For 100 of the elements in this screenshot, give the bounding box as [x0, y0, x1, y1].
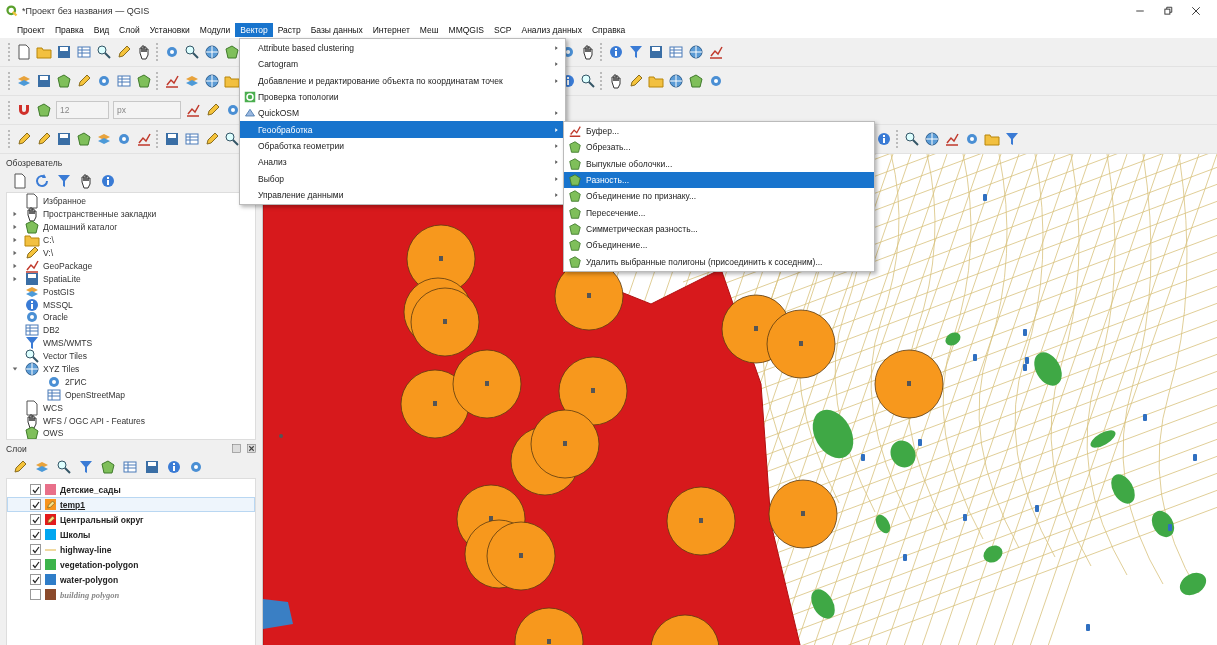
table-icon[interactable] [668, 44, 684, 60]
pencil-icon[interactable] [204, 131, 220, 147]
expand-arrow-icon[interactable] [12, 224, 18, 231]
pencil-icon[interactable] [205, 102, 221, 118]
info-icon[interactable] [608, 44, 624, 60]
filter-icon[interactable] [56, 173, 72, 189]
layer-checkbox[interactable] [30, 559, 41, 570]
layer-checkbox[interactable] [30, 529, 41, 540]
menu-item[interactable]: Attribute based clustering [240, 40, 565, 57]
menu-item[interactable]: Пересечение... [564, 204, 874, 221]
browser-item[interactable]: Пространственные закладки [43, 209, 157, 220]
chart-icon[interactable] [136, 131, 152, 147]
close-icon[interactable] [1191, 6, 1201, 16]
magnifier-icon[interactable] [56, 459, 72, 475]
menu-item[interactable]: Выбор [240, 170, 565, 187]
menu-item[interactable]: MMQGIS [443, 23, 489, 37]
menu-item[interactable]: Обрезать... [564, 139, 874, 156]
layers-icon[interactable] [16, 73, 32, 89]
layer-name[interactable]: water-polygon [60, 574, 119, 585]
menu-item[interactable]: Установки [144, 23, 195, 37]
layer-checkbox[interactable] [30, 574, 41, 585]
browser-item[interactable]: OWS [43, 428, 64, 439]
pencil-icon[interactable] [76, 73, 92, 89]
menu-item[interactable]: Меш [414, 23, 444, 37]
layer-name[interactable]: vegetation-polygon [60, 559, 139, 570]
pencil-icon[interactable] [628, 73, 644, 89]
magnifier-icon[interactable] [184, 44, 200, 60]
magnet-icon[interactable] [16, 102, 32, 118]
folder-icon[interactable] [984, 131, 1000, 147]
menu-item[interactable]: Проверка топологии [240, 88, 565, 106]
menu-item[interactable]: Объединение... [564, 237, 874, 254]
browser-item[interactable]: Избранное [43, 196, 87, 207]
unit-dropdown[interactable]: px [113, 101, 181, 119]
table-icon[interactable] [116, 73, 132, 89]
info-icon[interactable] [876, 131, 892, 147]
browser-item[interactable]: PostGIS [43, 286, 75, 297]
filter-icon[interactable] [78, 459, 94, 475]
table-icon[interactable] [122, 459, 138, 475]
polygon-icon[interactable] [100, 459, 116, 475]
layer-checkbox[interactable] [30, 499, 41, 510]
folder-icon[interactable] [36, 44, 52, 60]
collapse-arrow-icon[interactable] [12, 366, 18, 372]
menu-item[interactable]: Анализ [240, 154, 565, 171]
pencil-icon[interactable] [116, 44, 132, 60]
menu-item[interactable]: Удалить выбранные полигоны (присоединить к соседним)... [564, 253, 874, 270]
chart-icon[interactable] [944, 131, 960, 147]
layer-name[interactable]: building polygon [60, 589, 120, 600]
browser-item[interactable]: WCS [43, 402, 63, 413]
selected-layer-row[interactable]: temp1 [7, 497, 255, 512]
menu-item[interactable]: Добавление и редактирование объекта по координатам точек [240, 72, 565, 89]
expand-arrow-icon[interactable] [12, 275, 18, 282]
polygon-icon[interactable] [76, 131, 92, 147]
layer-name[interactable]: temp1 [60, 499, 86, 510]
folder-icon[interactable] [648, 73, 664, 89]
menu-item[interactable]: SCP [489, 23, 517, 37]
menu-item[interactable]: Cartogram [240, 56, 565, 73]
browser-item[interactable]: Oracle [43, 312, 69, 323]
expand-arrow-icon[interactable] [12, 211, 18, 218]
browser-item[interactable]: SpatiaLite [43, 273, 81, 284]
browser-item[interactable]: Домашний каталог [43, 222, 118, 233]
info-icon[interactable] [166, 459, 182, 475]
hand-icon[interactable] [136, 44, 152, 60]
pencil-icon[interactable] [12, 459, 28, 475]
folder-icon[interactable] [224, 73, 240, 89]
menu-item[interactable]: Геообработка [240, 121, 565, 138]
globe-icon[interactable] [204, 44, 220, 60]
menu-item[interactable]: QuickOSM [240, 105, 565, 122]
table-icon[interactable] [184, 131, 200, 147]
menu-item[interactable]: Модули [194, 23, 236, 37]
browser-item[interactable]: MSSQL [43, 299, 73, 310]
layer-name[interactable]: highway-line [60, 544, 112, 555]
layers-icon[interactable] [184, 73, 200, 89]
browser-item[interactable]: WFS / OGC API - Features [43, 415, 146, 426]
restore-icon[interactable] [1163, 6, 1173, 16]
magnifier-icon[interactable] [904, 131, 920, 147]
globe-icon[interactable] [924, 131, 940, 147]
browser-item[interactable]: WMS/WMTS [43, 338, 93, 349]
refresh-icon[interactable] [34, 173, 50, 189]
filter-icon[interactable] [1004, 131, 1020, 147]
layer-checkbox[interactable] [30, 484, 41, 495]
menu-item[interactable]: Анализ данных [516, 23, 587, 37]
pencil-icon[interactable] [16, 131, 32, 147]
browser-item[interactable]: C:\ [43, 235, 54, 246]
info-icon[interactable] [100, 173, 116, 189]
chart-icon[interactable] [164, 73, 180, 89]
hand-icon[interactable] [608, 73, 624, 89]
pencil-icon[interactable] [36, 131, 52, 147]
menu-item[interactable]: Справка [586, 23, 631, 37]
menu-item[interactable]: Симметрическая разность... [564, 220, 874, 238]
browser-item[interactable]: DB2 [43, 325, 60, 336]
document-icon[interactable] [16, 44, 32, 60]
menu-item[interactable]: Проект [12, 23, 50, 37]
chart-icon[interactable] [708, 44, 724, 60]
menu-item[interactable]: Интернет [367, 23, 415, 37]
menu-item[interactable]: Разность... [564, 171, 874, 189]
filter-icon[interactable] [628, 44, 644, 60]
polygon-icon[interactable] [688, 73, 704, 89]
close-icon[interactable] [247, 443, 256, 453]
magnifier-icon[interactable] [224, 131, 240, 147]
menu-item[interactable]: Объединение по признаку... [564, 188, 874, 205]
